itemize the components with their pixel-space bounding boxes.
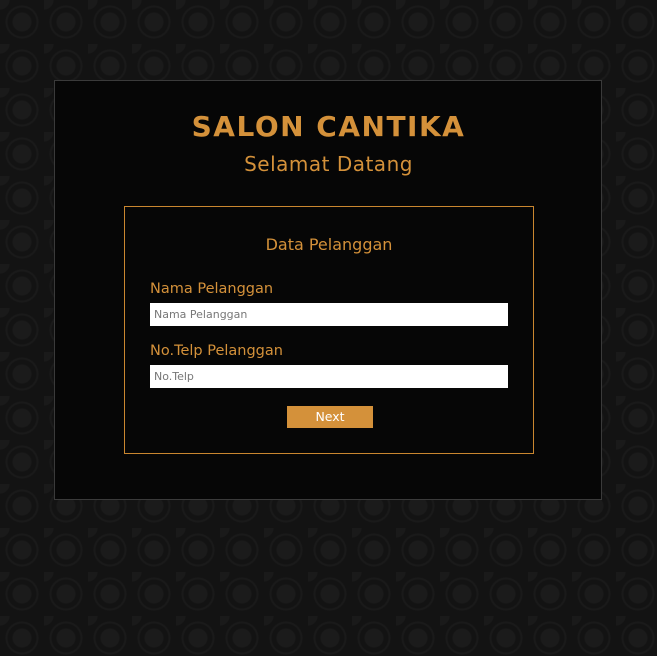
welcome-subtitle: Selamat Datang <box>244 152 413 176</box>
form-title: Data Pelanggan <box>265 235 393 254</box>
customer-phone-label: No.Telp Pelanggan <box>150 343 283 359</box>
customer-name-label: Nama Pelanggan <box>150 281 274 297</box>
app-title: SALON CANTIKA <box>191 110 466 143</box>
customer-form-card: Data Pelanggan Nama Pelanggan No.Telp Pe… <box>124 206 534 454</box>
customer-phone-input[interactable] <box>150 365 508 388</box>
next-button[interactable]: Next <box>287 406 373 428</box>
customer-name-input[interactable] <box>150 303 508 326</box>
